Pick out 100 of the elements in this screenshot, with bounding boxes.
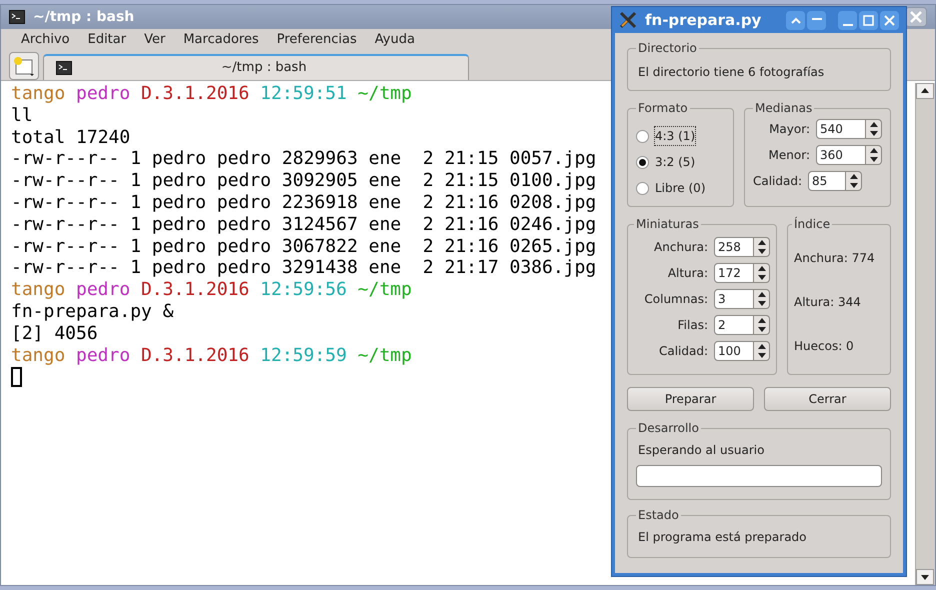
prompt-text: ~/tmp (358, 344, 412, 366)
field-label: Filas: (678, 317, 708, 334)
terminal-output: -rw-r--r-- 1 pedro pedro 3092905 ene 2 21:15 0100.jpg (11, 170, 596, 192)
arrow-down-icon (870, 157, 878, 162)
arrow-down-icon (758, 249, 766, 254)
stepper-button[interactable] (866, 145, 882, 165)
arrow-down-icon (758, 327, 766, 332)
radio-button[interactable] (636, 182, 649, 194)
minimize-button[interactable] (838, 10, 857, 30)
radio-button[interactable] (636, 156, 649, 168)
prompt-text: pedro (76, 83, 130, 105)
prompt-text: pedro (76, 279, 130, 301)
group-title: Miniaturas (635, 216, 700, 233)
prompt-text: pedro (76, 344, 130, 366)
group-title: Índice (793, 216, 832, 233)
title-button[interactable] (786, 10, 805, 30)
menu-item[interactable]: Preferencias (276, 30, 357, 50)
status-text: Esperando al usuario (637, 442, 766, 459)
group-title: Estado (637, 507, 680, 524)
arrow-down-icon (850, 183, 858, 188)
radio-option[interactable]: 4:3 (1) (636, 127, 725, 145)
number-field[interactable]: 3 (714, 289, 754, 309)
stepper-button[interactable] (754, 289, 770, 309)
arrow-up-icon (850, 174, 858, 179)
number-field[interactable]: 540 (816, 119, 866, 139)
group-title: Directorio (637, 40, 698, 57)
arrow-up-icon (758, 240, 766, 245)
radio-label: Libre (0) (655, 180, 706, 197)
prompt-text: 12:59:56 (260, 279, 347, 301)
stepper-button[interactable] (754, 263, 770, 283)
info-text: Anchura: 774 (794, 250, 876, 267)
close-button[interactable] (905, 7, 927, 27)
new-tab-button[interactable] (9, 52, 39, 80)
dialog-button[interactable]: Preparar (627, 387, 754, 411)
stepper-button[interactable] (754, 315, 770, 335)
stepper-button[interactable] (754, 341, 770, 361)
terminal-output: ll (11, 104, 33, 126)
prompt-text: D.3.1.2016 (140, 344, 250, 366)
menu-item[interactable]: Editar (88, 30, 126, 50)
stepper-button[interactable] (846, 171, 862, 191)
prompt-text: ~/tmp (358, 279, 412, 301)
terminal-tab[interactable]: ~/tmp : bash (43, 54, 469, 80)
field-label: Altura: (668, 265, 708, 282)
field-label: Menor: (768, 147, 810, 164)
group-title: Desarrollo (637, 420, 700, 437)
scroll-up-icon (916, 83, 934, 99)
stepper-button[interactable] (866, 119, 882, 139)
group-title: Medianas (754, 100, 814, 117)
terminal-output: fn-prepara.py & (11, 300, 174, 322)
number-field[interactable]: 2 (714, 315, 754, 335)
window-title: ~/tmp : bash (33, 8, 134, 26)
arrow-up-icon (758, 266, 766, 271)
prompt-text: 12:59:59 (260, 344, 347, 366)
menu-item[interactable]: Ver (144, 30, 166, 50)
prompt-text: tango (11, 83, 66, 105)
radio-button[interactable] (636, 130, 649, 142)
scrollbar[interactable] (915, 83, 935, 585)
terminal-output: -rw-r--r-- 1 pedro pedro 2829963 ene 2 21:15 0057.jpg (11, 148, 596, 170)
prompt-text: D.3.1.2016 (140, 83, 250, 105)
close-icon (910, 11, 922, 23)
terminal-output: total 17240 (11, 126, 130, 148)
arrow-up-icon (758, 292, 766, 297)
group-title: Formato (637, 100, 689, 117)
stepper-button[interactable] (754, 237, 770, 257)
close-button[interactable] (880, 10, 899, 30)
prompt-text: ~/tmp (358, 83, 412, 105)
field-label: Calidad: (658, 343, 708, 360)
radio-option[interactable]: 3:2 (5) (636, 153, 725, 171)
text-field[interactable] (636, 465, 882, 487)
radio-label: 4:3 (1) (655, 127, 696, 145)
arrow-down-icon (758, 275, 766, 280)
arrow-up-icon (758, 318, 766, 323)
field-label: Mayor: (769, 121, 810, 138)
radio-label: 3:2 (5) (655, 154, 696, 171)
number-field[interactable]: 360 (816, 145, 866, 165)
menu-item[interactable]: Archivo (21, 30, 70, 50)
scroll-down-icon (916, 569, 934, 585)
title-button[interactable] (807, 10, 826, 30)
menu-item[interactable]: Ayuda (374, 30, 415, 50)
arrow-up-icon (870, 122, 878, 127)
minimize-icon (842, 24, 852, 26)
terminal-icon (9, 10, 25, 24)
status-text: El programa está preparado (637, 529, 808, 546)
maximize-button[interactable] (859, 10, 878, 30)
prompt-text: tango (11, 279, 66, 301)
dialog-button[interactable]: Cerrar (764, 387, 891, 411)
terminal-output: -rw-r--r-- 1 pedro pedro 3067822 ene 2 21:16 0265.jpg (11, 236, 596, 257)
menu-item[interactable]: Marcadores (183, 30, 259, 50)
info-text: El directorio tiene 6 fotografías (637, 64, 826, 81)
field-label: Columnas: (644, 291, 708, 308)
number-field[interactable]: 172 (714, 263, 754, 283)
close-icon (884, 14, 895, 26)
number-field[interactable]: 258 (714, 237, 754, 257)
number-field[interactable]: 100 (714, 341, 754, 361)
number-field[interactable]: 85 (808, 171, 846, 191)
arrow-down-icon (758, 301, 766, 306)
terminal-output: -rw-r--r-- 1 pedro pedro 3124567 ene 2 21:16 0246.jpg (11, 214, 596, 235)
terminal-output: [2] 4056 (11, 322, 98, 344)
radio-option[interactable]: Libre (0) (636, 179, 725, 197)
new-tab-icon (12, 55, 36, 77)
